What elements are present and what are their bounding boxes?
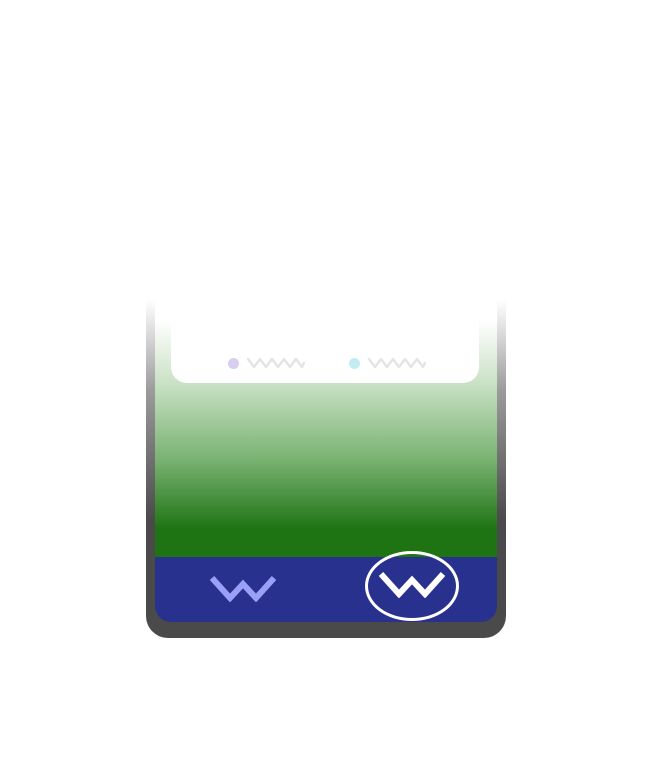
zigzag-icon [209,574,277,606]
legend-dot-icon [228,357,239,369]
zigzag-icon [378,570,446,602]
tab-zigzag-2-active[interactable] [365,551,459,621]
squiggle-placeholder-icon [247,357,305,369]
app-canvas [0,0,652,768]
squiggle-placeholder-icon [368,357,426,369]
content-card [171,160,479,383]
legend-item [349,357,426,369]
legend-item [228,357,305,369]
phone-frame [146,160,506,638]
phone-screen [155,160,497,622]
legend-dot-icon [349,357,360,369]
tab-zigzag-1[interactable] [203,569,283,611]
bottom-tab-bar [155,551,497,622]
